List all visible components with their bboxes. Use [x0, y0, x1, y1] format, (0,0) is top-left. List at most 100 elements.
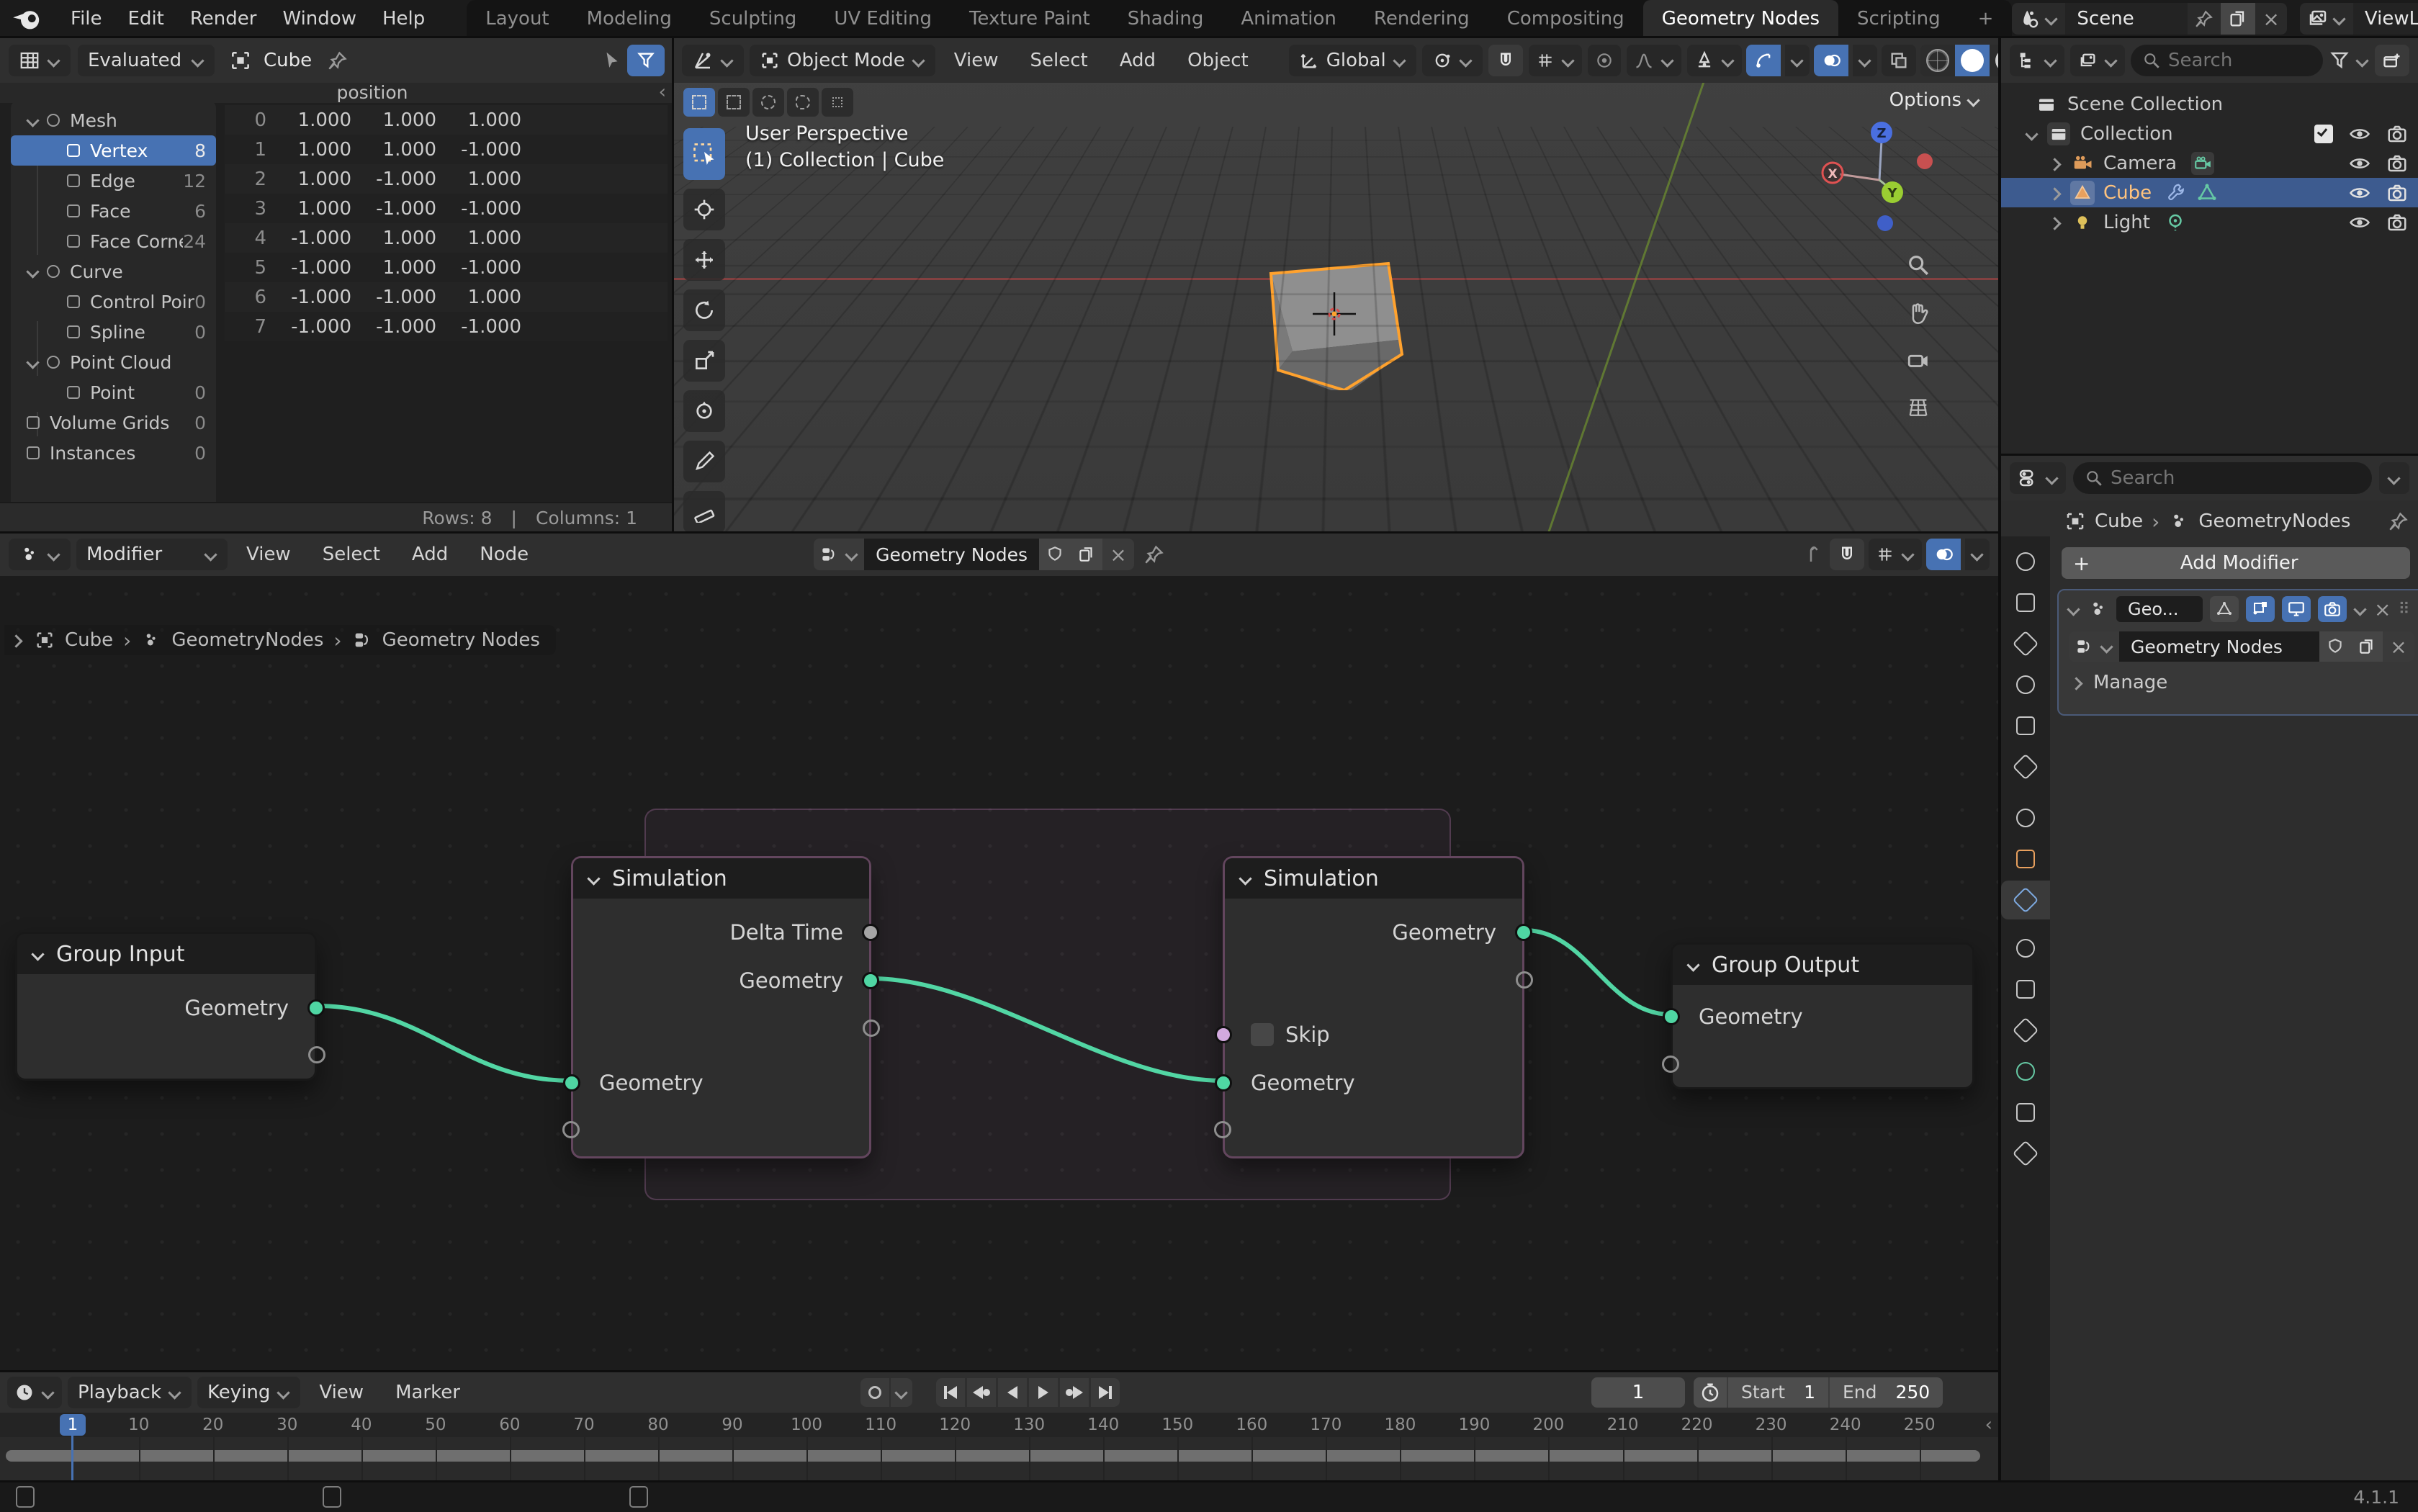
properties-tab-modifiers[interactable] [2001, 881, 2050, 919]
outliner-search-input[interactable] [2168, 49, 2311, 71]
modifier-realtime-toggle[interactable] [2246, 596, 2275, 622]
node-collapse-icon[interactable] [1687, 960, 1700, 970]
properties-tab-render[interactable] [2001, 583, 2050, 622]
perspective-toggle-button[interactable] [1900, 387, 1937, 425]
hide-eye-icon[interactable] [2349, 212, 2370, 233]
tool-measure[interactable] [683, 491, 725, 533]
xray-toggle[interactable] [1881, 44, 1916, 76]
node-collapse-icon[interactable] [32, 949, 45, 959]
properties-tab-collection[interactable] [2001, 798, 2050, 837]
overlays-dropdown[interactable] [1852, 44, 1877, 76]
node-canvas[interactable]: Cube › GeometryNodes › Geometry Nodes Gr… [0, 576, 1998, 1372]
pivot-point-select[interactable] [1421, 44, 1483, 76]
duplicate-data-button[interactable] [1071, 539, 1103, 570]
render-visibility-icon[interactable] [2386, 182, 2408, 204]
outliner-display-mode-button[interactable] [2010, 44, 2064, 76]
properties-tab-output[interactable] [2001, 624, 2050, 663]
path-collapse-icon[interactable] [12, 635, 24, 645]
new-collection-button[interactable] [2375, 44, 2409, 76]
timeline-editor-type-button[interactable] [7, 1376, 62, 1408]
outliner-item-light[interactable]: Light [2001, 207, 2418, 237]
gizmos-toggle[interactable] [1745, 44, 1781, 76]
viewport-editor-type-button[interactable] [682, 44, 744, 76]
pin-icon[interactable] [2388, 511, 2409, 531]
select-mode-pick[interactable] [822, 88, 853, 117]
tool-move[interactable] [683, 239, 725, 281]
current-frame-indicator[interactable]: 1 [60, 1414, 86, 1436]
menu-help[interactable]: Help [369, 8, 438, 30]
collapse-region-icon[interactable]: ‹ [1985, 1414, 1992, 1436]
tree-item-control-point[interactable]: Control Point 0 [11, 287, 216, 317]
tool-scale[interactable] [683, 340, 725, 382]
evaluation-mode-select[interactable]: Evaluated [78, 44, 215, 76]
add-modifier-button[interactable]: + Add Modifier [2062, 547, 2410, 579]
outliner-item-scene-collection[interactable]: Scene Collection [2001, 89, 2418, 119]
spreadsheet-column-header[interactable]: position ‹ [0, 81, 673, 103]
tab-layout[interactable]: Layout [467, 0, 567, 37]
scene-name[interactable]: Scene [2065, 3, 2188, 35]
input-socket-geometry[interactable] [1663, 1008, 1680, 1025]
gizmo-x-neg[interactable] [1917, 153, 1933, 169]
gizmo-z-neg[interactable] [1877, 215, 1893, 231]
proportional-falloff-select[interactable] [1626, 44, 1681, 76]
cube-object[interactable] [1249, 217, 1437, 390]
tree-expand-icon[interactable] [27, 357, 40, 367]
view-layer-name[interactable]: ViewLayer [2352, 3, 2418, 35]
pan-view-button[interactable] [1900, 295, 1937, 333]
tree-item-vertex[interactable]: Vertex 8 [11, 135, 216, 166]
properties-tab-object-data[interactable] [2001, 1052, 2050, 1091]
tree-expand-icon[interactable] [27, 266, 40, 276]
input-socket-virtual[interactable] [1662, 1056, 1679, 1073]
properties-tab-object[interactable] [2001, 840, 2050, 878]
duplicate-data-button[interactable] [2351, 631, 2383, 662]
render-visibility-icon[interactable] [2386, 123, 2408, 145]
outliner-filter-mode-button[interactable] [2070, 44, 2125, 76]
outliner-item-collection[interactable]: Collection [2001, 119, 2418, 148]
timeline-scrollbar[interactable] [6, 1450, 1980, 1462]
tree-item-edge[interactable]: Edge 12 [11, 166, 216, 196]
viewport-menu-add[interactable]: Add [1107, 50, 1169, 71]
view-layer-browse-button[interactable] [2300, 3, 2353, 35]
viewport-3d[interactable]: Object Mode View Select Add Object Globa… [673, 37, 2009, 533]
properties-tab-scene[interactable] [2001, 706, 2050, 745]
playhead-line[interactable] [71, 1436, 73, 1482]
overlays-toggle[interactable] [1813, 44, 1848, 76]
tree-item-face-corner[interactable]: Face Corner24 [11, 226, 216, 256]
unlink-node-group-button[interactable]: × [2383, 631, 2414, 662]
node-simulation-input[interactable]: Simulation Delta Time Geometry Geometry [562, 856, 880, 1158]
properties-search-input[interactable] [2111, 467, 2360, 489]
proportional-edit-toggle[interactable] [1587, 44, 1621, 76]
auto-keying-dropdown[interactable] [891, 1377, 912, 1407]
scene-pin-icon[interactable] [2188, 3, 2221, 35]
play-button[interactable] [1029, 1377, 1058, 1407]
fake-user-toggle[interactable] [2319, 631, 2351, 662]
output-socket-virtual[interactable] [308, 1046, 325, 1063]
auto-keying-toggle[interactable] [860, 1377, 889, 1407]
outliner-item-cube[interactable]: Cube [2001, 178, 2418, 207]
viewport-menu-view[interactable]: View [941, 50, 1012, 71]
node-collapse-icon[interactable] [588, 873, 601, 883]
pin-icon[interactable] [328, 50, 348, 71]
next-keyframe-button[interactable] [1060, 1377, 1089, 1407]
expand-icon[interactable] [2050, 158, 2063, 168]
shading-wireframe-button[interactable] [1920, 44, 1955, 76]
tool-cursor[interactable] [683, 189, 725, 230]
go-to-parent-icon[interactable] [1804, 544, 1825, 565]
tab-animation[interactable]: Animation [1222, 0, 1355, 37]
snap-settings-button[interactable] [1528, 44, 1582, 76]
modifier-render-toggle[interactable] [2318, 596, 2347, 622]
properties-tab-physics[interactable] [2001, 970, 2050, 1009]
properties-tab-texture[interactable] [2001, 1134, 2050, 1173]
start-frame-field[interactable]: Start 1 [1727, 1377, 1828, 1408]
tab-texture-paint[interactable]: Texture Paint [950, 0, 1109, 37]
expand-icon[interactable] [2026, 129, 2039, 139]
unlink-node-group-button[interactable]: × [1102, 539, 1135, 570]
skip-checkbox[interactable] [1251, 1023, 1274, 1046]
input-socket-virtual[interactable] [1214, 1121, 1231, 1138]
node-tree-type-select[interactable]: Modifier [76, 539, 228, 570]
jump-to-start-button[interactable] [936, 1377, 965, 1407]
properties-tab-view-layer[interactable] [2001, 665, 2050, 704]
input-socket-skip[interactable] [1215, 1026, 1232, 1043]
panel-collapse-icon[interactable] [2067, 604, 2080, 614]
hide-eye-icon[interactable] [2349, 182, 2370, 204]
